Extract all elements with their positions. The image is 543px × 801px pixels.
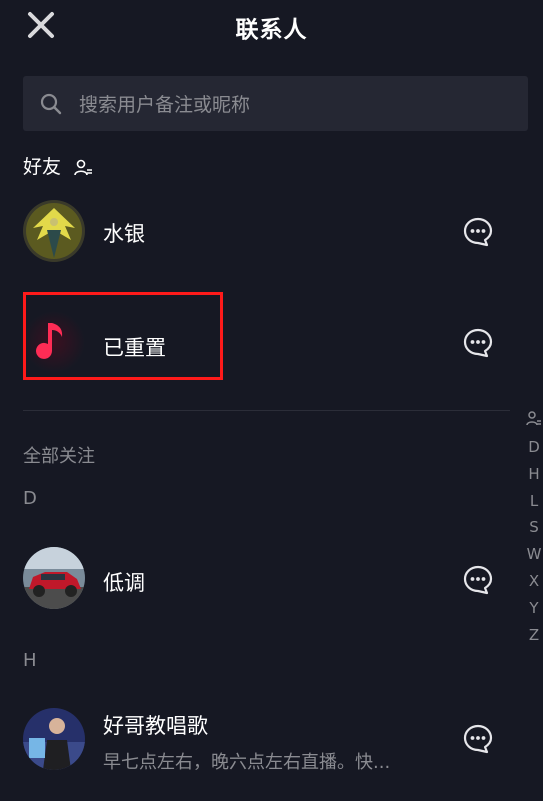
- highlight-box: [23, 292, 223, 380]
- divider: [23, 410, 510, 411]
- friends-icon[interactable]: [526, 410, 542, 428]
- friends-icon: [74, 159, 93, 175]
- index-letter[interactable]: W: [524, 541, 543, 568]
- message-button[interactable]: [462, 564, 494, 596]
- group-letter: H: [23, 650, 37, 671]
- message-button[interactable]: [462, 216, 494, 248]
- message-button[interactable]: [462, 327, 494, 359]
- index-letter[interactable]: H: [524, 461, 543, 488]
- index-letter[interactable]: L: [524, 488, 543, 515]
- all-following-label: 全部关注: [23, 446, 95, 467]
- contact-name: 低调: [103, 571, 145, 595]
- friend-row[interactable]: 水银: [0, 200, 510, 266]
- index-letter[interactable]: S: [524, 514, 543, 541]
- index-letter[interactable]: Y: [524, 595, 543, 622]
- contact-row[interactable]: 好哥教唱歌 早七点左右，晚六点左右直播。快...: [0, 708, 510, 774]
- chat-bubble-icon: [463, 565, 493, 595]
- chat-bubble-icon: [463, 724, 493, 754]
- contact-name: 水银: [103, 222, 145, 246]
- friends-section-label: 好友: [23, 156, 62, 178]
- contact-name: 好哥教唱歌: [103, 714, 208, 738]
- chat-bubble-icon: [463, 217, 493, 247]
- index-letter[interactable]: X: [524, 568, 543, 595]
- group-letter: D: [23, 488, 37, 509]
- avatar: [23, 547, 85, 609]
- contact-row[interactable]: 低调: [0, 547, 510, 613]
- alphabet-index[interactable]: D H L S W X Y Z: [524, 410, 543, 648]
- header: 联系人: [0, 0, 543, 50]
- message-button[interactable]: [462, 723, 494, 755]
- friends-section-header: 好友: [23, 152, 93, 179]
- search-bar[interactable]: [23, 76, 528, 133]
- search-icon: [40, 93, 62, 115]
- search-input[interactable]: [77, 76, 511, 133]
- avatar: [23, 708, 85, 770]
- avatar: [23, 200, 85, 262]
- index-letter[interactable]: D: [524, 434, 543, 461]
- index-letter[interactable]: Z: [524, 622, 543, 649]
- chat-bubble-icon: [463, 328, 493, 358]
- contact-subtitle: 早七点左右，晚六点左右直播。快...: [103, 752, 391, 773]
- page-title: 联系人: [235, 17, 308, 43]
